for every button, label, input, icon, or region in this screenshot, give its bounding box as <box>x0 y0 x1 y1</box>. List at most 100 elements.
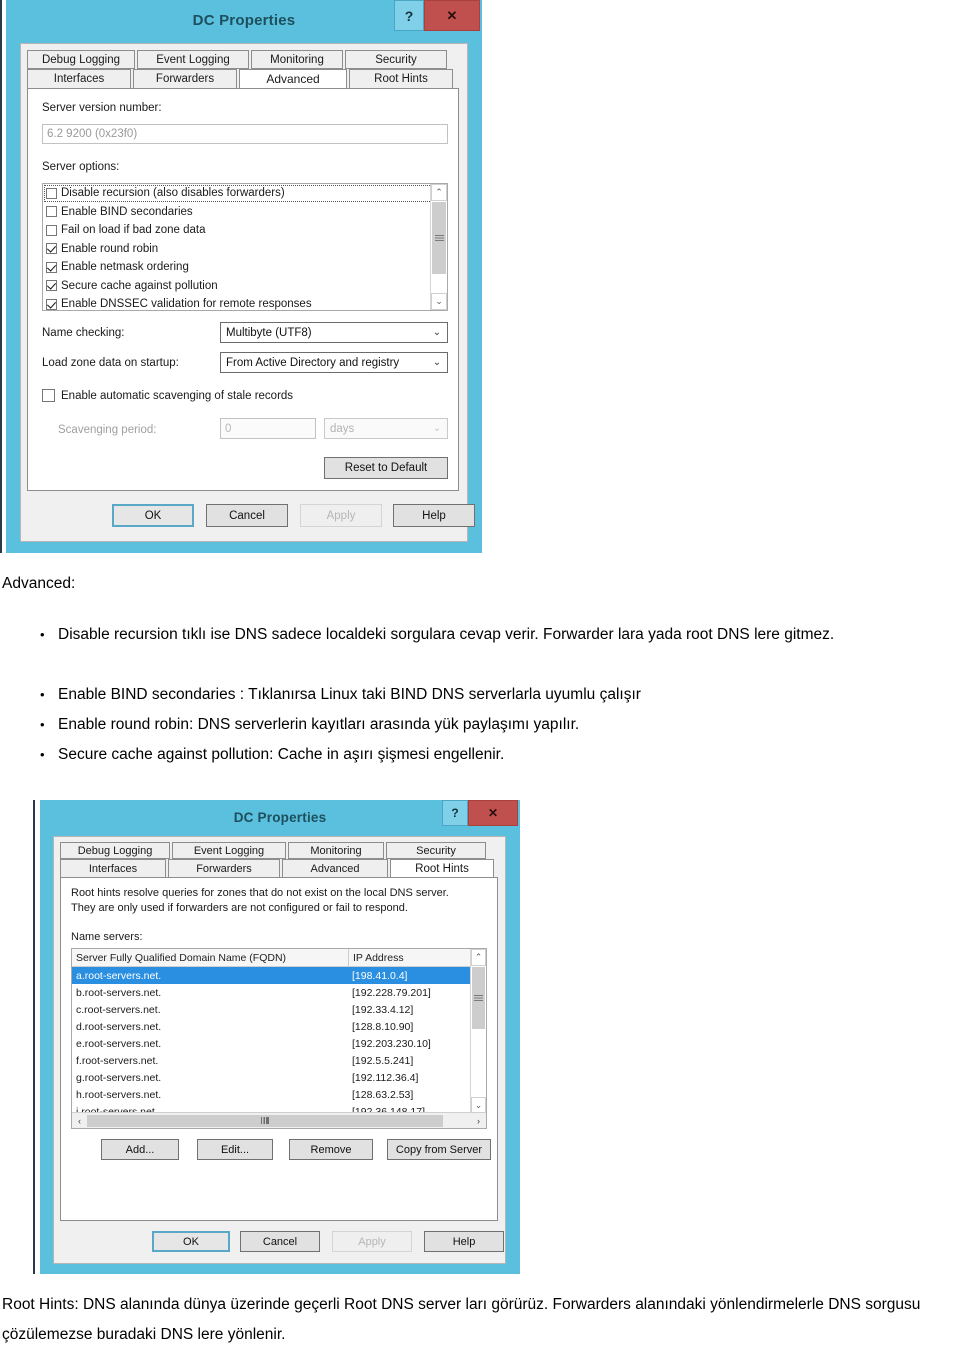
checkbox-icon[interactable] <box>46 280 57 292</box>
copy-from-server-button[interactable]: Copy from Server <box>387 1139 491 1160</box>
scroll-down-icon[interactable]: ⌄ <box>431 293 447 310</box>
bullet-text: Secure cache against pollution: Cache in… <box>58 746 505 763</box>
column-header-ip[interactable]: IP Address <box>349 949 463 966</box>
table-row[interactable]: c.root-servers.net. [192.33.4.12] <box>72 1001 486 1018</box>
checkbox-icon[interactable] <box>46 261 57 273</box>
scavenging-checkbox-row[interactable]: Enable automatic scavenging of stale rec… <box>42 389 293 402</box>
scavenging-unit-value: days <box>330 422 355 435</box>
tab-debug-logging[interactable]: Debug Logging <box>60 842 170 859</box>
checkbox-icon[interactable] <box>46 206 57 218</box>
button-label: Help <box>452 1235 476 1248</box>
table-row[interactable]: a.root-servers.net. [198.41.0.4] <box>72 967 486 984</box>
name-checking-value: Multibyte (UTF8) <box>226 326 312 339</box>
scrollbar-thumb[interactable] <box>432 202 446 274</box>
button-label: Edit... <box>220 1143 250 1156</box>
tab-interfaces[interactable]: Interfaces <box>60 859 166 878</box>
help-icon[interactable]: ? <box>442 800 468 826</box>
button-label: Copy from Server <box>395 1143 483 1156</box>
remove-button[interactable]: Remove <box>289 1139 373 1160</box>
table-row[interactable]: f.root-servers.net. [192.5.5.241] <box>72 1052 486 1069</box>
tab-interfaces[interactable]: Interfaces <box>27 69 131 89</box>
checkbox-icon[interactable] <box>46 243 57 255</box>
tab-debug-logging[interactable]: Debug Logging <box>27 50 135 69</box>
name-servers-grid[interactable]: Server Fully Qualified Domain Name (FQDN… <box>71 948 487 1129</box>
apply-button: Apply <box>300 504 382 527</box>
help-icon[interactable]: ? <box>394 0 424 31</box>
column-header-fqdn[interactable]: Server Fully Qualified Domain Name (FQDN… <box>72 949 349 966</box>
help-button[interactable]: Help <box>393 504 475 527</box>
tab-forwarders[interactable]: Forwarders <box>133 69 237 89</box>
close-icon[interactable]: ✕ <box>468 800 518 826</box>
scroll-up-icon[interactable]: ⌃ <box>471 949 486 966</box>
scavenging-period-label: Scavenging period: <box>58 424 157 436</box>
table-row[interactable]: e.root-servers.net. [192.203.230.10] <box>72 1035 486 1052</box>
edit-button[interactable]: Edit... <box>197 1139 273 1160</box>
chevron-down-icon[interactable]: ⌄ <box>427 327 447 338</box>
scroll-left-icon[interactable]: ‹ <box>72 1113 87 1128</box>
scrollbar-grip-icon <box>434 235 444 241</box>
server-options-scrollbar[interactable]: ⌃ ⌄ <box>430 184 447 310</box>
tab-event-logging[interactable]: Event Logging <box>137 50 249 69</box>
cancel-button[interactable]: Cancel <box>206 504 288 527</box>
scavenging-period-input[interactable]: 0 <box>220 418 316 439</box>
cancel-button[interactable]: Cancel <box>240 1231 320 1252</box>
window-left-edge <box>0 0 2 553</box>
tab-monitoring[interactable]: Monitoring <box>288 842 384 859</box>
checkbox-icon[interactable] <box>46 224 57 236</box>
option-fail-on-load-bad-zone-data[interactable]: Fail on load if bad zone data <box>43 221 447 240</box>
tab-advanced[interactable]: Advanced <box>239 69 347 89</box>
tab-root-hints[interactable]: Root Hints <box>349 69 453 89</box>
scroll-up-icon[interactable]: ⌃ <box>431 184 447 201</box>
tab-advanced[interactable]: Advanced <box>282 859 388 878</box>
name-checking-select[interactable]: Multibyte (UTF8) ⌄ <box>220 322 448 343</box>
option-enable-bind-secondaries[interactable]: Enable BIND secondaries <box>43 203 447 222</box>
grid-horizontal-scrollbar[interactable]: ‹ › <box>72 1112 486 1128</box>
cell-ip: [192.5.5.241] <box>352 1054 414 1067</box>
table-row[interactable]: h.root-servers.net. [128.63.2.53] <box>72 1086 486 1103</box>
server-options-list[interactable]: Disable recursion (also disables forward… <box>42 183 448 311</box>
tab-label: Event Logging <box>193 844 265 857</box>
option-label: Fail on load if bad zone data <box>61 224 206 237</box>
scavenging-unit-select[interactable]: days ⌄ <box>324 418 448 439</box>
chevron-down-icon[interactable]: ⌄ <box>427 357 447 368</box>
ok-button[interactable]: OK <box>112 504 194 527</box>
tab-label: Security <box>375 53 417 66</box>
option-enable-round-robin[interactable]: Enable round robin <box>43 240 447 259</box>
tab-monitoring[interactable]: Monitoring <box>251 50 343 69</box>
tab-security[interactable]: Security <box>386 842 486 859</box>
checkbox-icon[interactable] <box>46 187 57 199</box>
hscrollbar-thumb[interactable] <box>87 1114 443 1127</box>
grid-vertical-scrollbar[interactable]: ⌃ ⌄ <box>470 949 486 1114</box>
option-label: Secure cache against pollution <box>61 279 218 292</box>
table-row[interactable]: b.root-servers.net. [192.228.79.201] <box>72 984 486 1001</box>
tab-root-hints[interactable]: Root Hints <box>390 859 494 878</box>
button-label: Cancel <box>229 509 265 522</box>
ok-button[interactable]: OK <box>152 1231 230 1252</box>
cell-fqdn: a.root-servers.net. <box>76 969 162 982</box>
scrollbar-thumb[interactable] <box>472 967 485 1029</box>
option-enable-dnssec-validation[interactable]: Enable DNSSEC validation for remote resp… <box>43 295 447 310</box>
window-controls: ? ✕ <box>394 0 480 31</box>
option-label: Enable BIND secondaries <box>61 205 193 218</box>
add-button[interactable]: Add... <box>101 1139 179 1160</box>
tab-security[interactable]: Security <box>345 50 447 69</box>
checkbox-icon[interactable] <box>42 389 55 402</box>
table-row[interactable]: g.root-servers.net. [192.112.36.4] <box>72 1069 486 1086</box>
tab-label: Root Hints <box>415 862 469 875</box>
chevron-down-icon[interactable]: ⌄ <box>427 423 447 434</box>
cell-ip: [128.8.10.90] <box>352 1020 414 1033</box>
reset-to-default-button[interactable]: Reset to Default <box>324 457 448 479</box>
option-disable-recursion[interactable]: Disable recursion (also disables forward… <box>43 184 447 203</box>
scroll-right-icon[interactable]: › <box>471 1113 486 1128</box>
option-secure-cache-against-pollution[interactable]: Secure cache against pollution <box>43 277 447 296</box>
window-title: DC Properties <box>233 809 327 825</box>
cell-fqdn: c.root-servers.net. <box>76 1003 161 1016</box>
checkbox-icon[interactable] <box>46 298 57 310</box>
tab-forwarders[interactable]: Forwarders <box>168 859 280 878</box>
load-zone-select[interactable]: From Active Directory and registry ⌄ <box>220 352 448 373</box>
tab-event-logging[interactable]: Event Logging <box>172 842 286 859</box>
option-enable-netmask-ordering[interactable]: Enable netmask ordering <box>43 258 447 277</box>
table-row[interactable]: d.root-servers.net. [128.8.10.90] <box>72 1018 486 1035</box>
close-icon[interactable]: ✕ <box>424 0 480 31</box>
help-button[interactable]: Help <box>424 1231 504 1252</box>
